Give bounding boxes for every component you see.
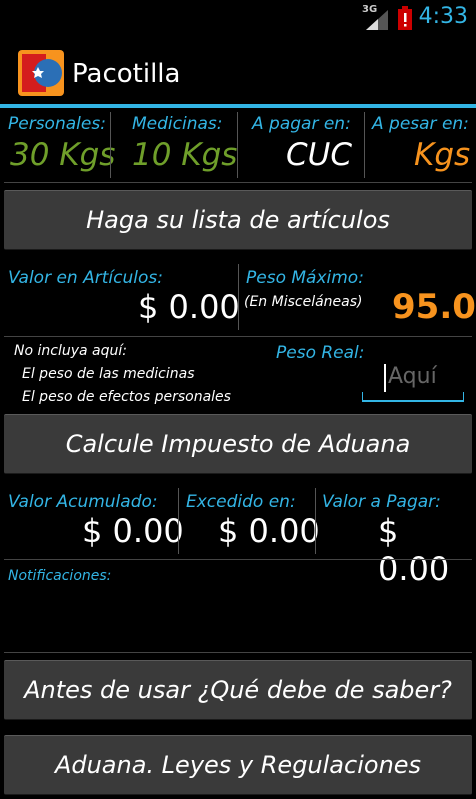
pesar-label: A pesar en: (372, 114, 469, 134)
personales-value: 30 Kgs (10, 137, 116, 173)
valor-articulos-value: $ 0.00 (138, 288, 240, 326)
peso-real-label: Peso Real: (276, 343, 365, 363)
pagar-label: A pagar en: (252, 114, 351, 134)
peso-real-input[interactable]: Aquí (362, 358, 464, 402)
valor-acumulado-label: Valor Acumulado: (8, 492, 158, 512)
valor-acumulado-value: $ 0.00 (82, 512, 184, 550)
note-line-1: No incluya aquí: (14, 343, 127, 359)
valor-pagar-value: $ 0.00 (378, 512, 450, 588)
calculate-tax-button[interactable]: Calcule Impuesto de Aduana (4, 414, 472, 474)
input-edge-right (463, 392, 464, 400)
valor-articulos-label: Valor en Artículos: (8, 268, 163, 288)
action-bar-divider (0, 104, 476, 108)
personales-label: Personales: (8, 114, 106, 134)
excedido-label: Excedido en: (186, 492, 296, 512)
divider (4, 336, 472, 337)
note-line-2: El peso de las medicinas (22, 366, 195, 382)
info-before-use-button[interactable]: Antes de usar ¿Qué debe de saber? (4, 660, 472, 720)
medicinas-value: 10 Kgs (132, 137, 238, 173)
peso-maximo-value: 95.0 (392, 287, 476, 327)
divider (178, 488, 179, 554)
text-cursor (384, 364, 386, 392)
valor-pagar-label: Valor a Pagar: (322, 492, 441, 512)
medicinas-label: Medicinas: (132, 114, 223, 134)
status-time: 4:33 (418, 4, 468, 29)
peso-real-placeholder: Aquí (388, 364, 437, 389)
peso-maximo-sub: (En Misceláneas) (244, 294, 363, 310)
divider (4, 652, 472, 653)
notifications-label: Notificaciones: (8, 568, 112, 584)
note-line-3: El peso de efectos personales (22, 389, 231, 405)
divider (110, 112, 111, 178)
customs-laws-button[interactable]: Aduana. Leyes y Regulaciones (4, 735, 472, 795)
divider (4, 559, 472, 560)
signal-icon (366, 10, 388, 30)
divider (364, 112, 365, 178)
pagar-value[interactable]: CUC (286, 137, 352, 173)
excedido-value: $ 0.00 (218, 512, 320, 550)
app-title: Pacotilla (72, 59, 181, 89)
battery-alert-icon (398, 6, 412, 30)
divider (238, 264, 239, 330)
divider (4, 182, 472, 183)
input-edge-left (362, 392, 363, 400)
list-articles-button[interactable]: Haga su lista de artículos (4, 190, 472, 250)
peso-maximo-label: Peso Máximo: (246, 268, 364, 288)
pesar-value[interactable]: Kgs (414, 137, 470, 173)
divider (315, 488, 316, 554)
divider (237, 112, 238, 178)
app-logo-icon (18, 50, 64, 96)
